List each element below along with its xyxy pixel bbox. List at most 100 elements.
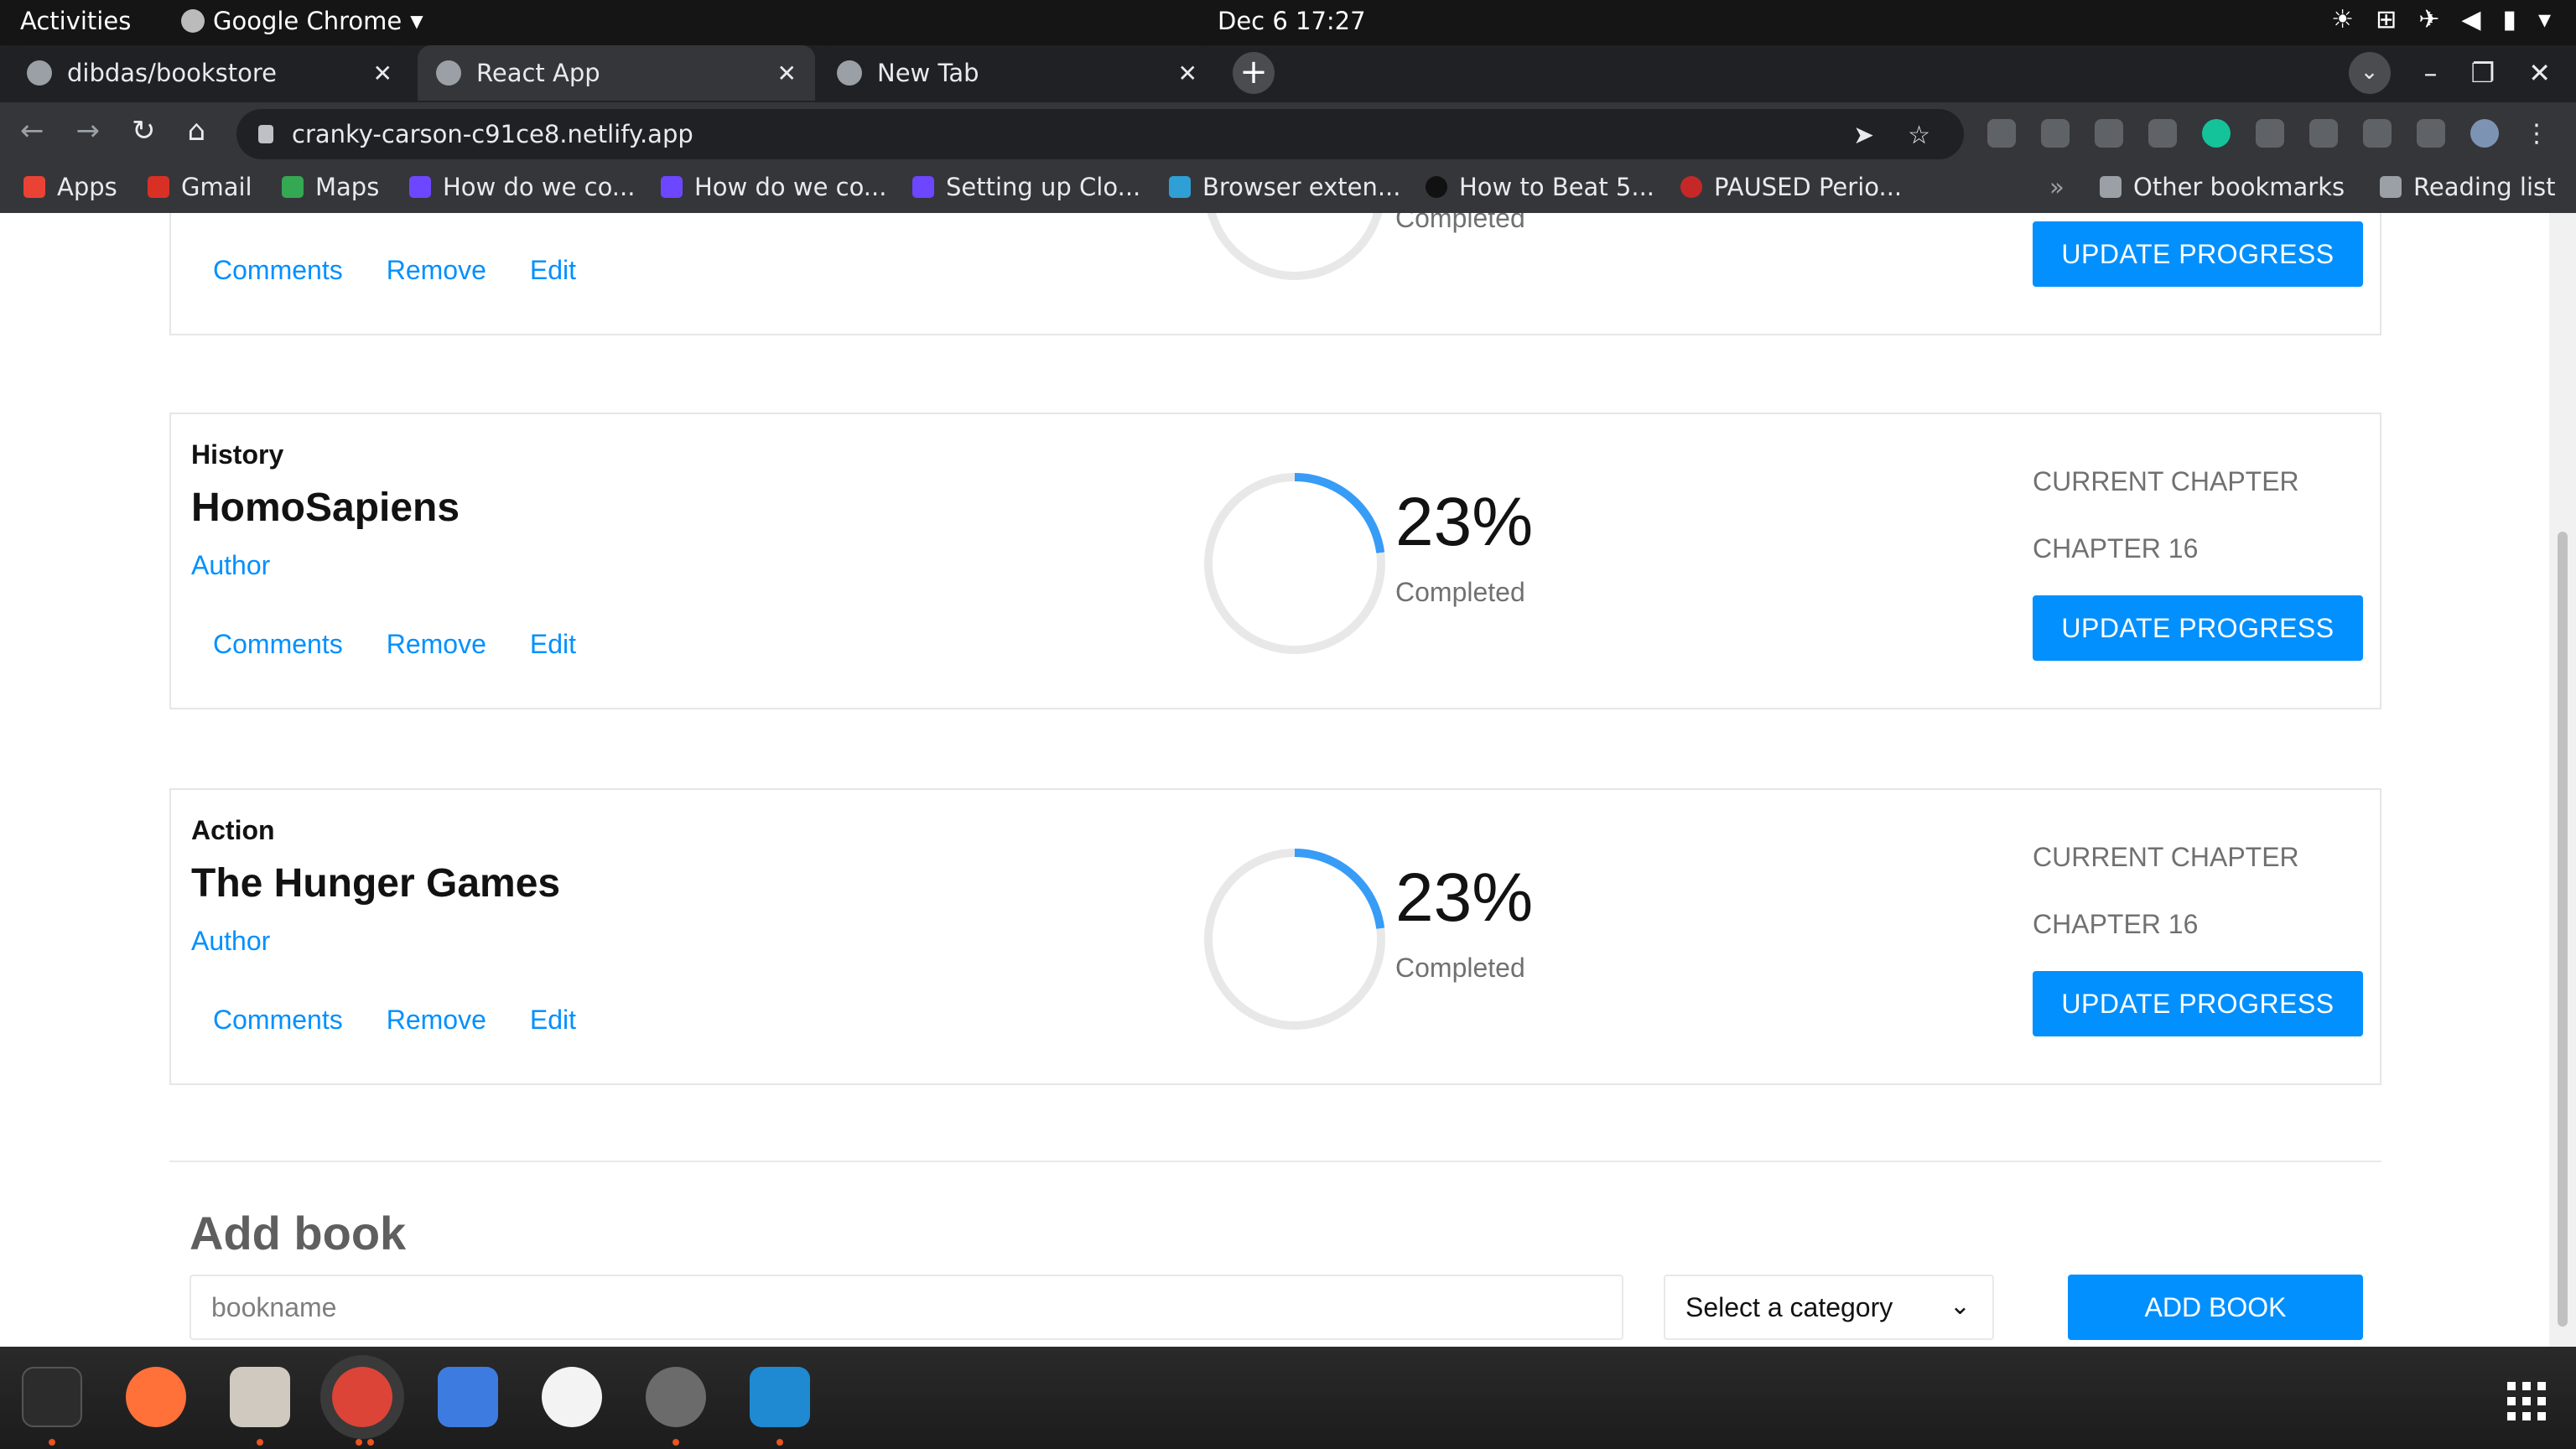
- remove-button[interactable]: Remove: [387, 1005, 486, 1036]
- bookmark-label: Browser exten...: [1202, 173, 1401, 201]
- battery-icon: ▮: [2502, 5, 2516, 34]
- extension-icon[interactable]: [2148, 119, 2177, 148]
- book-card: Action The Hunger Games Author Comments …: [169, 788, 2381, 1085]
- book-card: Completed Comments Remove Edit UPDATE PR…: [169, 213, 2381, 335]
- extension-icon[interactable]: [2256, 119, 2284, 148]
- other-bookmarks[interactable]: Other bookmarks: [2100, 173, 2345, 201]
- book-author[interactable]: Author: [191, 926, 270, 957]
- book-category: Action: [191, 815, 275, 845]
- book-author[interactable]: Author: [191, 550, 270, 581]
- close-tab-icon[interactable]: ✕: [1178, 60, 1197, 87]
- close-window-icon[interactable]: ✕: [2528, 57, 2551, 89]
- puzzle-icon[interactable]: [2417, 119, 2445, 148]
- browser-toolbar: ← → ↻ ⌂ cranky-carson-c91ce8.netlify.app…: [0, 102, 2576, 166]
- completed-label: Completed: [1395, 953, 1525, 983]
- edit-button[interactable]: Edit: [530, 1005, 576, 1036]
- profile-avatar[interactable]: [2470, 119, 2499, 148]
- activities-button[interactable]: Activities: [20, 7, 131, 35]
- send-icon[interactable]: ➤: [1853, 121, 1874, 150]
- book-card: History HomoSapiens Author Comments Remo…: [169, 413, 2381, 709]
- page-scrollbar[interactable]: [2549, 213, 2576, 1347]
- vscode-icon[interactable]: [750, 1367, 810, 1427]
- extension-icon[interactable]: [1987, 119, 2016, 148]
- settings-icon[interactable]: [646, 1367, 706, 1427]
- more-bookmarks-icon[interactable]: »: [2049, 173, 2064, 201]
- book-title: The Hunger Games: [191, 861, 561, 906]
- url-text[interactable]: cranky-carson-c91ce8.netlify.app: [292, 120, 693, 148]
- bookname-input[interactable]: [190, 1275, 1623, 1340]
- firefox-icon[interactable]: [126, 1367, 186, 1427]
- lock-icon[interactable]: [258, 125, 273, 143]
- add-book-heading: Add book: [190, 1207, 407, 1259]
- terminal-icon[interactable]: [22, 1367, 82, 1427]
- remove-button[interactable]: Remove: [387, 629, 486, 660]
- folder-icon: [2100, 176, 2122, 198]
- close-tab-icon[interactable]: ✕: [373, 60, 392, 87]
- bookmark-maps[interactable]: Maps: [282, 173, 379, 201]
- add-book-button[interactable]: ADD BOOK: [2068, 1275, 2363, 1340]
- completed-label: Completed: [1395, 213, 1525, 233]
- category-select[interactable]: Select a category ⌄: [1664, 1275, 1994, 1340]
- comments-button[interactable]: Comments: [213, 1005, 343, 1036]
- extension-icon[interactable]: [2041, 119, 2070, 148]
- update-progress-button[interactable]: UPDATE PROGRESS: [2033, 971, 2363, 1036]
- edit-button[interactable]: Edit: [530, 255, 576, 286]
- gmail-icon: [148, 176, 169, 198]
- close-tab-icon[interactable]: ✕: [777, 60, 797, 87]
- current-chapter-value: CHAPTER 16: [2033, 909, 2199, 939]
- extension-icon[interactable]: [2095, 119, 2123, 148]
- globe-icon: [436, 60, 461, 86]
- tab-bookstore-repo[interactable]: dibdas/bookstore ✕: [8, 45, 411, 101]
- bookmark-item[interactable]: How do we co...: [661, 173, 886, 201]
- react-devtools-icon[interactable]: [2363, 119, 2392, 148]
- chrome-icon[interactable]: [332, 1367, 392, 1427]
- edit-button[interactable]: Edit: [530, 629, 576, 660]
- bookmark-item[interactable]: PAUSED Perio...: [1680, 173, 1902, 201]
- bookmark-item[interactable]: How do we co...: [409, 173, 635, 201]
- tab-label: New Tab: [877, 59, 979, 87]
- text-editor-icon[interactable]: [438, 1367, 498, 1427]
- back-icon[interactable]: ←: [20, 114, 44, 148]
- kebab-menu-icon[interactable]: ⋮: [2524, 119, 2553, 148]
- address-bar[interactable]: cranky-carson-c91ce8.netlify.app: [236, 109, 1964, 159]
- running-indicator: [356, 1439, 362, 1446]
- tab-search-icon[interactable]: ⌄: [2348, 52, 2391, 94]
- scrollbar-thumb[interactable]: [2558, 532, 2568, 1327]
- files-icon[interactable]: [230, 1367, 290, 1427]
- remove-button[interactable]: Remove: [387, 255, 486, 286]
- running-indicator: [367, 1439, 374, 1446]
- new-tab-button[interactable]: +: [1233, 52, 1275, 94]
- tab-react-app[interactable]: React App ✕: [418, 45, 815, 101]
- comments-button[interactable]: Comments: [213, 255, 343, 286]
- app-menu[interactable]: Google Chrome ▼: [181, 7, 423, 35]
- bookmark-gmail[interactable]: Gmail: [148, 173, 252, 201]
- bookmark-item[interactable]: Browser exten...: [1169, 173, 1400, 201]
- forward-icon[interactable]: →: [76, 114, 101, 148]
- airplane-icon: ✈: [2418, 5, 2440, 34]
- extension-icon[interactable]: [2309, 119, 2338, 148]
- running-indicator: [257, 1439, 263, 1446]
- tab-new-tab[interactable]: New Tab ✕: [818, 45, 1216, 101]
- slack-icon[interactable]: [542, 1367, 602, 1427]
- site-icon: [912, 176, 934, 198]
- brightness-icon: ☀: [2331, 5, 2355, 34]
- clock[interactable]: Dec 6 17:27: [1218, 7, 1366, 35]
- bookmark-label: Setting up Clo...: [946, 173, 1141, 201]
- restore-icon[interactable]: ❐: [2471, 57, 2496, 89]
- reload-icon[interactable]: ↻: [132, 114, 156, 148]
- system-tray[interactable]: ☀ ⊞ ✈ ◀ ▮ ▾: [2331, 5, 2551, 34]
- bookmark-item[interactable]: How to Beat 5...: [1426, 173, 1654, 201]
- minimize-icon[interactable]: –: [2424, 57, 2438, 89]
- update-progress-button[interactable]: UPDATE PROGRESS: [2033, 595, 2363, 661]
- bookmark-apps[interactable]: Apps: [23, 173, 117, 201]
- bookmark-star-icon[interactable]: ☆: [1908, 121, 1930, 150]
- reading-list[interactable]: Reading list: [2380, 173, 2556, 201]
- running-indicator: [673, 1439, 679, 1446]
- window-controls: ⌄ – ❐ ✕: [2348, 52, 2551, 94]
- home-icon[interactable]: ⌂: [188, 114, 206, 148]
- comments-button[interactable]: Comments: [213, 629, 343, 660]
- grammarly-icon[interactable]: [2202, 119, 2231, 148]
- update-progress-button[interactable]: UPDATE PROGRESS: [2033, 221, 2363, 287]
- bookmark-item[interactable]: Setting up Clo...: [912, 173, 1140, 201]
- show-applications-icon[interactable]: [2507, 1382, 2546, 1420]
